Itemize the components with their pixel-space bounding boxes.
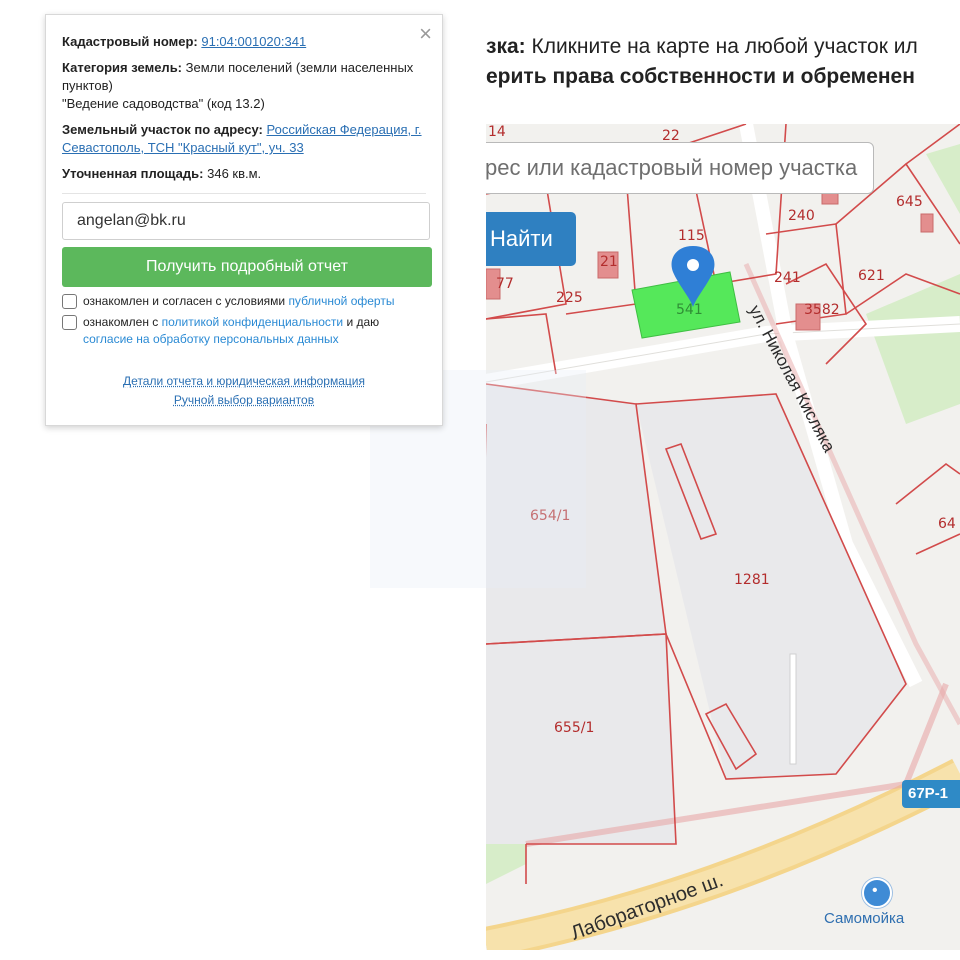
parcel-label: 621 (858, 268, 885, 284)
parcel-label: 14 (488, 124, 506, 140)
address-row: Земельный участок по адресу: Российская … (62, 121, 426, 157)
poi-label[interactable]: Самомойка (824, 910, 904, 927)
car-wash-icon[interactable] (862, 878, 892, 908)
consent-offer-row: ознакомлен и согласен с условиями публич… (62, 293, 426, 310)
page-instructions: зка: Кликните на карте на любой участок … (486, 32, 960, 92)
cadastral-label: Кадастровый номер: (62, 34, 198, 49)
manual-selection-link[interactable]: Ручной выбор вариантов (174, 393, 314, 407)
category-note: "Ведение садоводства" (код 13.2) (62, 96, 265, 111)
parcel-label: 1281 (734, 572, 770, 588)
parcel-label: 240 (788, 208, 815, 224)
divider (62, 193, 426, 194)
area-row: Уточненная площадь: 346 кв.м. (62, 165, 426, 183)
cadastral-link[interactable]: 91:04:001020:341 (201, 34, 306, 49)
map-find-button[interactable]: Найти (486, 212, 576, 266)
area-label: Уточненная площадь: (62, 166, 204, 181)
category-label: Категория земель: (62, 60, 183, 75)
parcel-label: 3582 (804, 302, 840, 318)
instructions-bold: зка: (486, 35, 526, 58)
parcel-label: 645 (896, 194, 923, 210)
privacy-checkbox[interactable] (62, 315, 77, 330)
footer-links: Детали отчета и юридическая информация Р… (62, 372, 426, 410)
cadastral-row: Кадастровый номер: 91:04:001020:341 (62, 33, 426, 51)
consent-offer-text: ознакомлен и согласен с условиями (83, 294, 289, 308)
parcel-label: 115 (678, 228, 705, 244)
consent-privacy-row: ознакомлен с политикой конфиденциальност… (62, 314, 426, 348)
parcel-label: 21 (600, 254, 618, 270)
privacy-policy-link[interactable]: политикой конфиденциальности (162, 315, 343, 329)
consent-privacy-mid: и даю (343, 315, 380, 329)
close-icon[interactable]: × (419, 21, 432, 47)
parcel-label: 22 (662, 128, 680, 144)
address-label: Земельный участок по адресу: (62, 122, 263, 137)
parcel-label: 241 (774, 270, 801, 286)
consent-privacy-text: ознакомлен с (83, 315, 162, 329)
map-search-input[interactable]: рес или кадастровый номер участка (486, 142, 874, 194)
parcel-label: 655/1 (554, 720, 595, 736)
offer-link[interactable]: публичной оферты (288, 294, 394, 308)
category-row: Категория земель: Земли поселений (земли… (62, 59, 426, 113)
get-report-button[interactable]: Получить подробный отчет (62, 247, 432, 287)
report-details-link[interactable]: Детали отчета и юридическая информация (123, 374, 365, 388)
parcel-label: 77 (496, 276, 514, 292)
highway-badge: 67Р-1 (902, 780, 960, 808)
data-processing-link[interactable]: согласие на обработку персональных данны… (83, 332, 339, 346)
email-field[interactable]: angelan@bk.ru (62, 202, 430, 240)
parcel-label: 225 (556, 290, 583, 306)
area-value: 346 кв.м. (207, 166, 262, 181)
parcel-info-popup: × Кадастровый номер: 91:04:001020:341 Ка… (45, 14, 443, 426)
parcel-label: 64 (938, 516, 956, 532)
offer-checkbox[interactable] (62, 294, 77, 309)
instructions-subtitle: ерить права собственности и обременен (486, 65, 915, 88)
instructions-text: Кликните на карте на любой участок ил (525, 35, 918, 58)
parcel-label-selected: 541 (676, 302, 703, 318)
